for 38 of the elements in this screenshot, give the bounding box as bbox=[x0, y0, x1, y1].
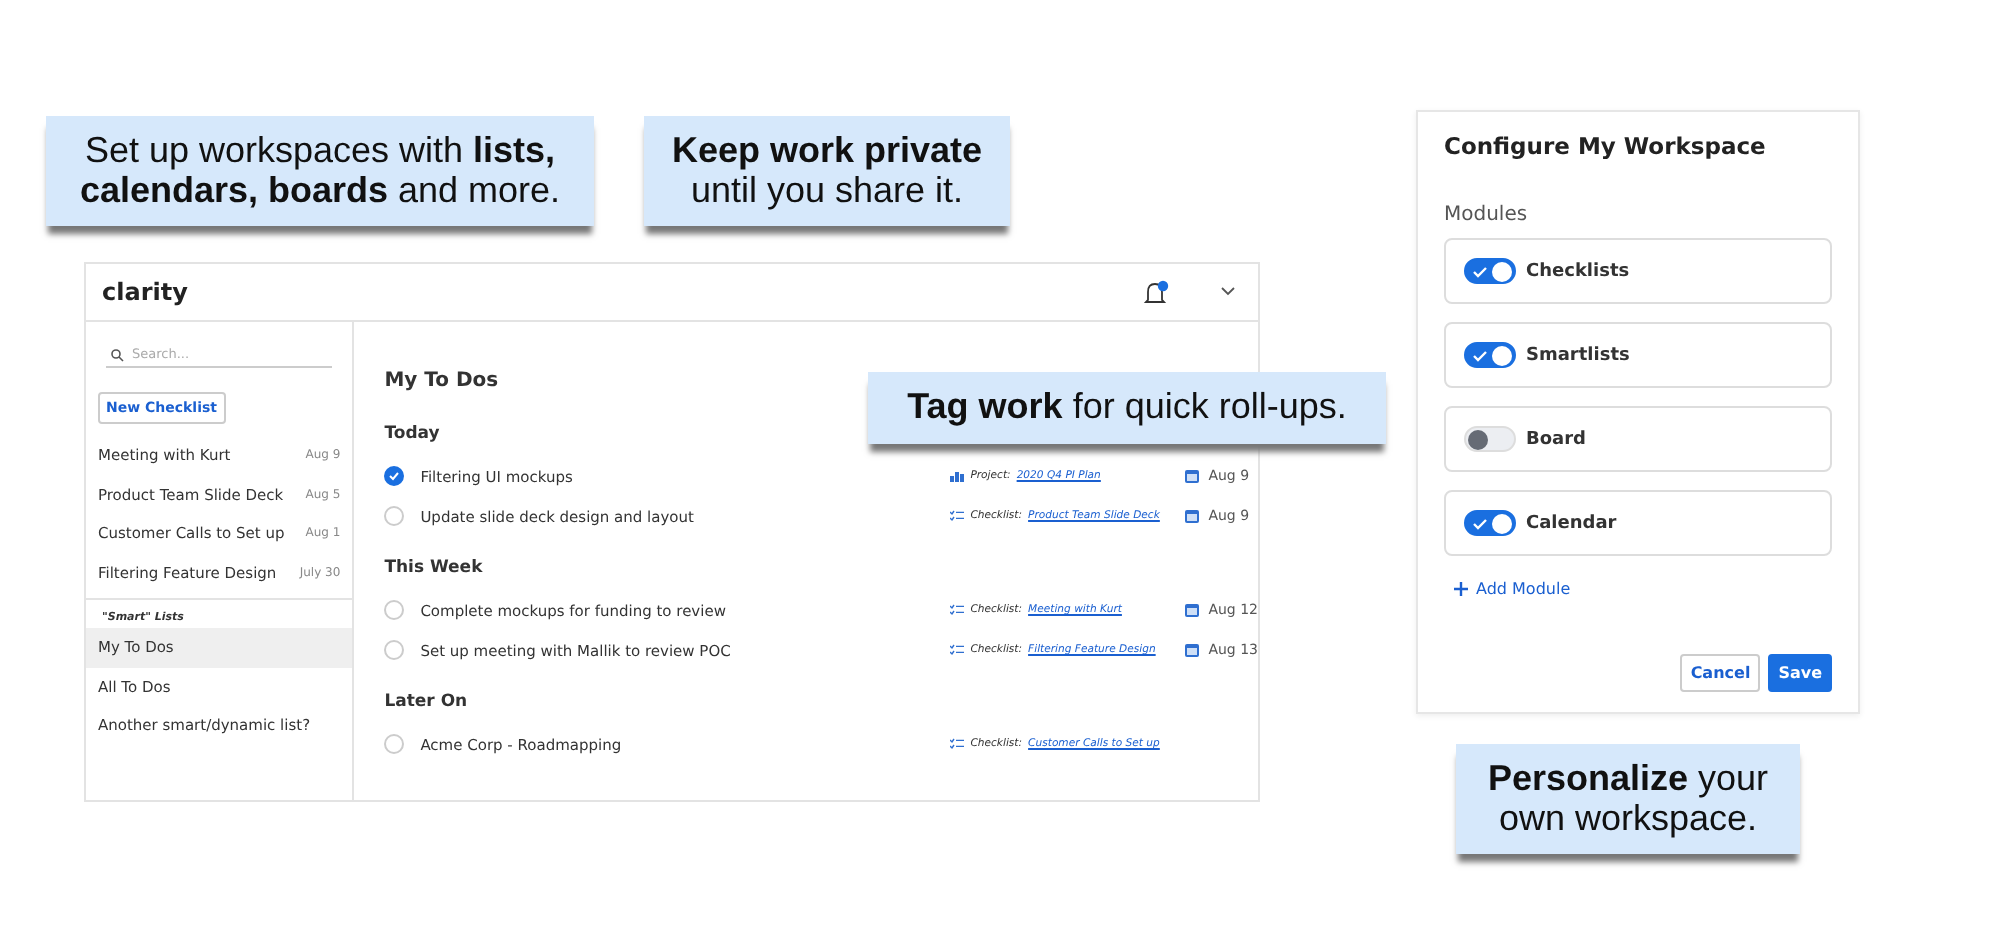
task-checkbox[interactable] bbox=[384, 466, 405, 486]
module-name: Checklists bbox=[1526, 261, 1630, 281]
search-icon bbox=[110, 347, 124, 361]
checklist-icon bbox=[950, 604, 965, 616]
checklist-icon bbox=[950, 738, 965, 750]
module-name: Board bbox=[1526, 429, 1586, 449]
section-heading: This Week bbox=[384, 558, 485, 578]
calendar-icon bbox=[1184, 468, 1201, 484]
add-module-link[interactable]: Add Module bbox=[1454, 580, 1832, 598]
toggle-switch[interactable] bbox=[1464, 510, 1516, 536]
calendar-icon bbox=[1184, 508, 1201, 524]
plus-icon bbox=[1454, 582, 1468, 596]
toggle-switch[interactable] bbox=[1464, 342, 1516, 368]
check-icon bbox=[1472, 516, 1488, 532]
app-logo: clarity bbox=[102, 278, 190, 306]
panel-title: Configure My Workspace bbox=[1444, 132, 1768, 160]
callout-note: Personalize your own workspace. bbox=[1456, 744, 1800, 854]
checklist-icon bbox=[950, 510, 965, 522]
callout-note: Keep work private until you share it. bbox=[644, 116, 1010, 226]
toggle-switch[interactable] bbox=[1464, 258, 1516, 284]
callout-note: Set up workspaces with lists, calendars, boards and more. bbox=[46, 116, 594, 226]
module-name: Smartlists bbox=[1526, 345, 1630, 365]
chart-icon bbox=[950, 470, 965, 482]
section-heading: Today bbox=[384, 424, 442, 444]
page-title: My To Dos bbox=[384, 370, 501, 392]
section-label: Modules bbox=[1444, 204, 1530, 226]
cancel-button[interactable]: Cancel bbox=[1680, 654, 1761, 692]
check-icon bbox=[388, 470, 401, 482]
checklist-icon bbox=[950, 644, 965, 656]
calendar-icon bbox=[1184, 602, 1201, 618]
calendar-icon bbox=[1184, 642, 1201, 658]
save-button[interactable]: Save bbox=[1768, 654, 1832, 692]
module-name: Calendar bbox=[1526, 513, 1617, 533]
section-heading: Later On bbox=[384, 692, 470, 712]
check-icon bbox=[1472, 348, 1488, 364]
check-icon bbox=[1472, 264, 1488, 280]
notification-bell-icon[interactable] bbox=[1142, 279, 1170, 305]
callout-note: Tag work for quick roll-ups. bbox=[868, 372, 1386, 444]
